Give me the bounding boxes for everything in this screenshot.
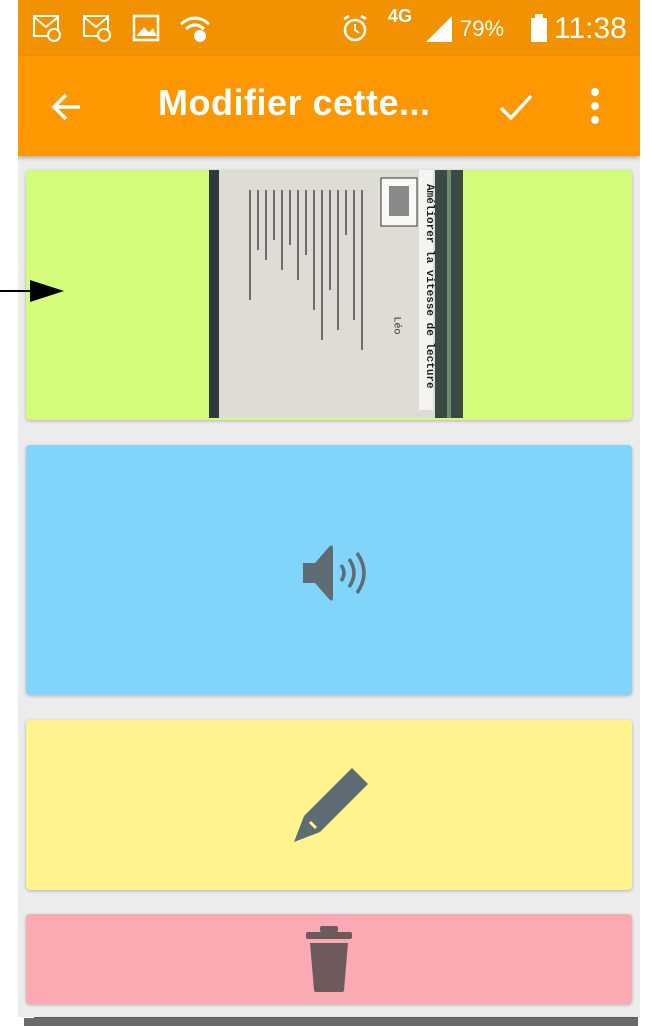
text-card[interactable]: [26, 720, 632, 890]
confirm-button[interactable]: [498, 92, 534, 122]
battery-percent: 79%: [460, 16, 505, 41]
photo-thumbnail: Améliorer la vitesse de lecture Léo: [209, 170, 463, 418]
gallery-icon: [132, 14, 160, 42]
delete-card[interactable]: [26, 914, 632, 1004]
phone-screen: 4G 79% 11:38 Modifier cette... Améliorer…: [18, 0, 640, 1017]
audio-card[interactable]: [26, 445, 632, 695]
battery-icon: [531, 14, 547, 42]
alarm-icon: [343, 14, 367, 42]
page-title: Modifier cette...: [158, 82, 431, 123]
more-vert-icon: [591, 88, 599, 124]
pointer-arrow-head: [30, 280, 64, 302]
email-notification-icon: [33, 15, 61, 42]
signal-icon: [426, 16, 452, 42]
wifi-icon: [180, 16, 210, 42]
status-bar: 4G 79% 11:38: [18, 0, 640, 56]
photo-heading: Améliorer la vitesse de lecture: [423, 184, 435, 389]
image-card[interactable]: Améliorer la vitesse de lecture Léo: [26, 170, 632, 420]
pencil-icon: [294, 768, 368, 842]
overflow-menu-button[interactable]: [588, 86, 602, 126]
photo-author: Léo: [390, 316, 402, 335]
arrow-left-icon: [51, 93, 80, 121]
back-button[interactable]: [50, 92, 82, 122]
volume-icon: [303, 545, 366, 601]
clock: 11:38: [554, 12, 627, 45]
app-bar: Modifier cette...: [18, 56, 640, 156]
email-notification-icon: [83, 15, 111, 42]
check-icon: [499, 94, 533, 121]
network-type: 4G: [388, 6, 413, 26]
trash-icon: [306, 926, 352, 992]
frame-shadow-bottom: [24, 1018, 638, 1026]
